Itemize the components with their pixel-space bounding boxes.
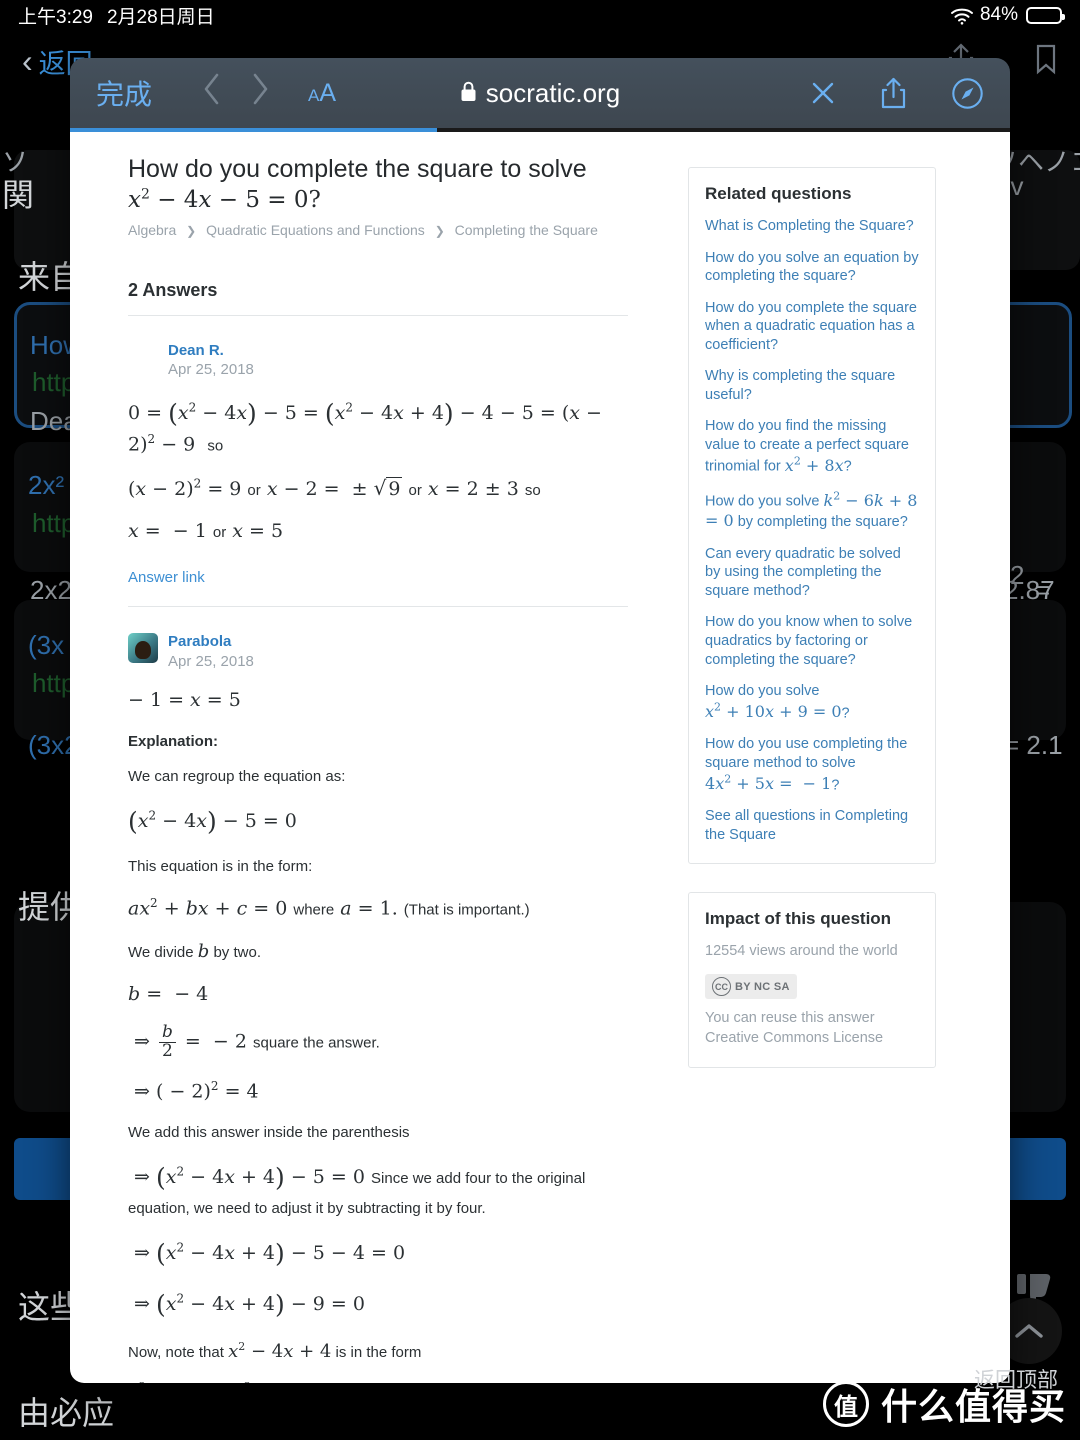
chevron-left-icon: ‹: [22, 43, 33, 79]
done-button[interactable]: 完成: [96, 73, 152, 113]
answer-link[interactable]: Answer link: [128, 569, 628, 586]
web-page-content: How do you complete the square to solve …: [70, 132, 1010, 1383]
answer-header: Parabola Apr 25, 2018: [128, 632, 628, 671]
related-question-link[interactable]: How do you solve x2 + 10x + 9 = 0?: [705, 682, 919, 722]
related-questions-card: Related questions What is Completing the…: [688, 167, 936, 864]
equation-line: (x2 − 4x) − 5 = 0: [128, 807, 297, 837]
related-question-link[interactable]: How do you know when to solve quadratics…: [705, 613, 919, 669]
text-size-button[interactable]: AA: [308, 79, 336, 108]
back-button[interactable]: [188, 72, 236, 114]
answer-author[interactable]: Parabola: [168, 633, 254, 652]
impact-note-line2: Creative Commons License: [705, 1029, 884, 1046]
related-question-link[interactable]: How do you use completing the square met…: [705, 735, 919, 794]
equation-line: 0 = (x2 − 4x) − 5 = (x2 − 4x + 4) − 4 − …: [128, 398, 602, 455]
equation-result: − 1 = x = 5: [128, 689, 241, 712]
share-icon[interactable]: [880, 77, 907, 109]
cc-icon: CC: [712, 977, 731, 997]
sidebar-column: Related questions What is Completing the…: [688, 154, 936, 1383]
page-title-math: x2 − 4x − 5 = 0?: [128, 186, 321, 213]
battery-icon: [1026, 6, 1065, 24]
answer-date: Apr 25, 2018: [168, 361, 254, 379]
background-text-fragment: 関: [2, 177, 35, 213]
watermark: 值 什么值得买: [822, 1378, 1066, 1430]
breadcrumb-item-2[interactable]: Completing the Square: [455, 222, 598, 238]
explanation-step: a2 + 2ab + b2 where a = x and b = − 2: [128, 1379, 628, 1383]
breadcrumb-item-1[interactable]: Quadratic Equations and Functions: [206, 222, 425, 238]
forward-button[interactable]: [236, 72, 284, 114]
related-question-link[interactable]: How do you find the missing value to cre…: [705, 417, 919, 476]
equation-line: b = − 4: [128, 982, 209, 1005]
watermark-text: 什么值得买: [880, 1386, 1066, 1427]
breadcrumb-separator: ❯: [186, 223, 197, 238]
status-bar: 上午3:29 2月28日周日 84%: [0, 0, 1080, 30]
answers-heading: 2 Answers: [128, 279, 218, 300]
impact-note-line1: You can reuse this answer: [705, 1010, 875, 1027]
status-date: 2月28日周日: [106, 6, 215, 28]
screen-root: ‹ 返回 ソ 関 ソヘノ 来自 How https Dea 2 = 2x² ht…: [0, 0, 1080, 1440]
background-text-fragment: 2x²: [28, 470, 65, 500]
related-question-link[interactable]: What is Completing the Square?: [705, 217, 919, 236]
see-all-questions-link[interactable]: See all questions in Completing the Squa…: [705, 807, 919, 844]
related-question-link[interactable]: How do you solve k2 − 6k + 8 = 0 by comp…: [705, 489, 919, 531]
bookmark-icon[interactable]: [1034, 43, 1058, 80]
equation-line: ⇒ (x2 − 4x + 4) − 9 = 0: [128, 1289, 365, 1319]
toolbar-actions: [810, 77, 984, 110]
background-text-fragment: 由必应: [18, 1395, 115, 1431]
text-size-large-a: A: [319, 78, 337, 107]
breadcrumb-item-0[interactable]: Algebra: [128, 222, 176, 238]
impact-title: Impact of this question: [705, 908, 892, 928]
safari-compass-icon[interactable]: [951, 77, 984, 110]
explanation-step: We divide b by two.: [128, 940, 261, 962]
related-questions-title: Related questions: [705, 184, 852, 203]
equation-line: x = − 1 or x = 5: [128, 520, 284, 543]
status-time: 上午3:29: [18, 6, 93, 28]
background-text-fragment: (3x: [28, 630, 65, 660]
main-column: How do you complete the square to solve …: [128, 154, 628, 1383]
page-title: How do you complete the square to solve …: [128, 154, 628, 215]
breadcrumb: Algebra ❯ Quadratic Equations and Functi…: [128, 222, 628, 238]
impact-views: 12554 views around the world: [705, 942, 898, 959]
explanation-step: This equation is in the form:: [128, 857, 313, 875]
divider: [128, 605, 628, 607]
equation-line: ax2 + bx + c = 0 where a = 1. (That is i…: [128, 895, 530, 920]
equation-line: ⇒ (x2 − 4x + 4) − 5 = 0 Since we add fou…: [128, 1162, 586, 1217]
related-question-link[interactable]: Why is completing the square useful?: [705, 367, 919, 404]
answer-author[interactable]: Dean R.: [168, 342, 254, 361]
background-text-fragment: = 2.1: [1004, 730, 1063, 760]
equation-line: (x − 2)2 = 9 or x − 2 = ± √ 9 or x = 2 ± …: [128, 475, 541, 500]
answer-item: Dean R. Apr 25, 2018 0 = (x2 − 4x) − 5 =…: [128, 342, 628, 586]
divider: [128, 314, 628, 316]
explanation-step: Now, note that x2 − 4x + 4 is in the for…: [128, 1339, 422, 1362]
avatar: [128, 632, 158, 663]
related-question-link[interactable]: How do you complete the square when a qu…: [705, 299, 919, 355]
wifi-icon: [950, 7, 973, 25]
equation-line: ⇒ b2 = − 2 square the answer.: [128, 1022, 380, 1062]
equation-line: ⇒ ( − 2)2 = 4: [128, 1079, 259, 1103]
watermark-logo: 值: [822, 1381, 869, 1427]
lock-icon: [460, 78, 477, 109]
browser-toolbar: 完成 AA socratic.org: [70, 58, 1010, 128]
cc-badge-text: BY NC SA: [735, 980, 790, 993]
answer-item: Parabola Apr 25, 2018 − 1 = x = 5 Explan…: [128, 632, 628, 1383]
related-question-link[interactable]: Can every quadratic be solved by using t…: [705, 545, 919, 601]
answer-header: Dean R. Apr 25, 2018: [128, 342, 628, 380]
url-text: socratic.org: [485, 77, 621, 108]
explanation-step: We can regroup the equation as:: [128, 768, 346, 786]
answer-date: Apr 25, 2018: [168, 652, 254, 670]
close-icon[interactable]: [810, 80, 836, 106]
breadcrumb-separator: ❯: [434, 223, 445, 238]
impact-card: Impact of this question 12554 views arou…: [688, 891, 936, 1068]
explanation-step: We add this answer inside the parenthesi…: [128, 1124, 410, 1142]
equation-line: ⇒ (x2 − 4x + 4) − 5 − 4 = 0: [128, 1239, 406, 1269]
impact-note: You can reuse this answer Creative Commo…: [705, 1009, 919, 1048]
related-question-link[interactable]: How do you solve an equation by completi…: [705, 249, 919, 286]
text-size-small-a: A: [308, 85, 320, 105]
creative-commons-badge: CC BY NC SA: [705, 974, 797, 1000]
explanation-label: Explanation:: [128, 732, 219, 750]
battery-percent: 84%: [979, 4, 1018, 25]
safari-view-sheet: 完成 AA socratic.org How do you complete t…: [70, 58, 1010, 1383]
page-title-text: How do you complete the square to solve: [128, 155, 587, 183]
background-text-fragment: 2.87: [1004, 575, 1055, 605]
